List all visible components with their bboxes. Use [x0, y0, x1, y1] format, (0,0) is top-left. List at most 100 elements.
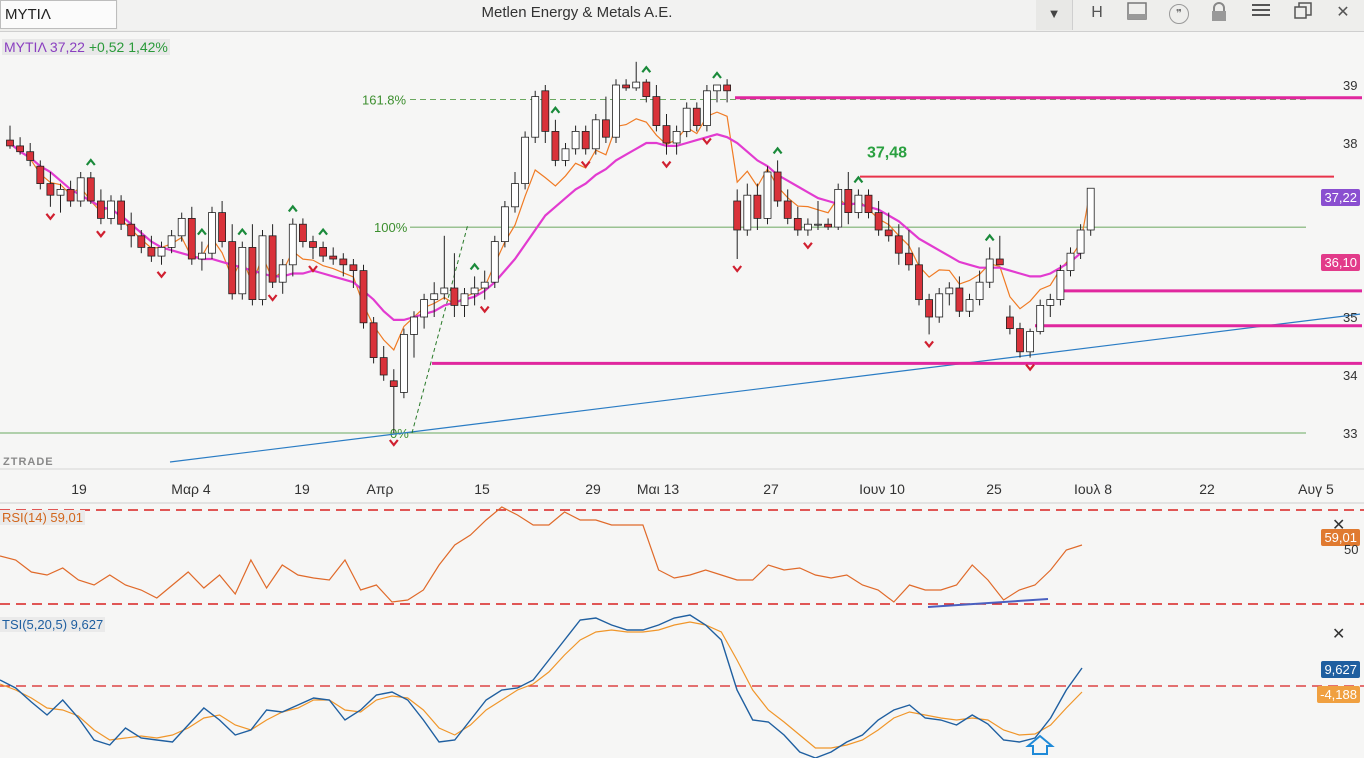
candle-body	[1046, 299, 1055, 306]
candle-body	[985, 258, 994, 283]
candle-body	[379, 357, 388, 376]
chevron-down-icon[interactable]: ▼	[1036, 0, 1073, 30]
candle-body	[642, 81, 651, 97]
candle-body	[440, 287, 449, 295]
candle-body	[187, 217, 196, 260]
fib-label-0: 161.8%	[362, 93, 407, 108]
date-axis-label: Αυγ 5	[1298, 481, 1334, 497]
fractal-down-marker	[732, 265, 743, 273]
candle-body	[97, 200, 105, 219]
date-axis-label: Απρ	[367, 481, 394, 497]
candle-body	[268, 235, 277, 283]
fractal-up-marker	[197, 227, 207, 236]
candle-body	[975, 281, 984, 300]
high-annotation: 37,48	[867, 145, 907, 162]
candle-body	[834, 188, 843, 228]
date-axis-label: Μαι 13	[637, 481, 680, 497]
candle-body	[107, 200, 115, 219]
fractal-down-marker	[803, 242, 813, 250]
trend-line	[169, 313, 1361, 463]
price-axis-label: 38	[1343, 136, 1357, 151]
last-price-tag: 37,22	[1321, 189, 1360, 206]
close-icon[interactable]: ✕	[1330, 2, 1356, 26]
candle-body	[16, 145, 25, 153]
fractal-up-marker	[287, 204, 298, 213]
candle-body	[127, 223, 136, 237]
candle-body	[430, 293, 439, 300]
fractal-down-marker	[924, 340, 934, 349]
fractal-up-marker	[712, 71, 722, 79]
date-axis-label: 25	[986, 481, 1002, 497]
candle-body	[561, 148, 570, 161]
candle-body	[157, 246, 166, 257]
candle-body	[86, 177, 95, 202]
menu-icon[interactable]	[1248, 2, 1274, 26]
tsi-close-icon[interactable]: ✕	[1332, 624, 1345, 644]
candle-body	[521, 136, 529, 184]
fractal-up-marker	[318, 227, 328, 236]
tsi-signal-tag: -4,188	[1317, 686, 1360, 703]
candle-body	[389, 380, 398, 387]
candle-body	[571, 131, 580, 150]
candle-body	[1036, 304, 1045, 332]
candle-body	[359, 270, 368, 324]
price-chart[interactable]: 161.8%100%0%37,48393835343319Μαρ 419Απρ1…	[0, 31, 1364, 758]
tsi-signal-line	[0, 621, 1083, 749]
candle-body	[1006, 316, 1014, 330]
tsi-label: TSI(5,20,5) 9,627	[0, 617, 106, 632]
candle-body	[915, 264, 923, 301]
candle-body	[723, 84, 731, 92]
candle-body	[480, 281, 489, 289]
h-button[interactable]: H	[1084, 2, 1110, 26]
candle-body	[884, 229, 893, 237]
candle-body	[298, 223, 307, 242]
candle-body	[1016, 328, 1024, 353]
candle-body	[1076, 229, 1085, 254]
candle-body	[490, 241, 499, 283]
candle-body	[632, 81, 641, 89]
candle-body	[167, 235, 176, 248]
candle-body	[197, 252, 206, 260]
candle-body	[1056, 270, 1065, 301]
candle-body	[955, 287, 964, 312]
lock-icon[interactable]	[1206, 2, 1232, 26]
date-axis-label: Ιουν 10	[859, 481, 905, 497]
restore-window-icon[interactable]	[1290, 2, 1316, 26]
candle-body	[258, 235, 267, 301]
candle-body	[6, 139, 14, 147]
symbol-input[interactable]: ΜΥΤΙΛ	[0, 0, 117, 29]
price-axis-label: 34	[1343, 368, 1357, 383]
ma-price-tag: 36,10	[1321, 254, 1360, 271]
fractal-down-marker	[702, 137, 712, 146]
panel-icon[interactable]	[1124, 2, 1150, 26]
candle-body	[692, 107, 701, 126]
candle-body	[26, 151, 35, 161]
candle-body	[925, 299, 933, 318]
candle-body	[319, 246, 328, 257]
candle-body	[541, 90, 550, 132]
candle-body	[288, 223, 297, 266]
price-axis-label: 35	[1343, 310, 1357, 325]
candle-body	[874, 212, 883, 231]
candle-body	[410, 316, 418, 335]
candle-body	[36, 165, 45, 184]
candle-body	[349, 264, 358, 272]
date-axis-label: Ιουλ 8	[1074, 481, 1112, 497]
candle-body	[46, 183, 55, 196]
quote-icon[interactable]: ❞	[1166, 2, 1192, 26]
candle-body	[995, 258, 1004, 266]
fractal-down-marker	[479, 305, 490, 314]
fib-label-1: 100%	[374, 220, 408, 235]
candle-body	[602, 119, 610, 138]
title-toolbar: ΜΥΤΙΛ Metlen Energy & Metals A.E. ▼ H ❞ …	[0, 0, 1364, 32]
candle-body	[66, 188, 75, 202]
candle-body	[864, 194, 873, 213]
candle-body	[682, 107, 691, 132]
candle-body	[420, 299, 429, 318]
candle-body	[369, 322, 378, 358]
candle-body	[672, 131, 681, 144]
candle-body	[177, 217, 186, 237]
rsi-line	[0, 506, 1083, 603]
candle-body	[76, 177, 85, 202]
candle-body	[147, 246, 156, 257]
